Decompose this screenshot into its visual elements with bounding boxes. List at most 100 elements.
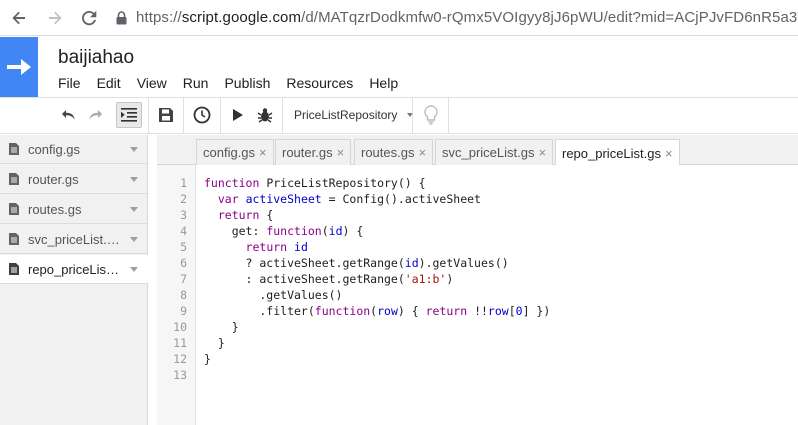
menu-help[interactable]: Help <box>361 75 406 91</box>
file-item-repo-pricelist[interactable]: repo_priceList.gs <box>0 255 149 284</box>
tab-label: config.gs <box>203 145 256 160</box>
menu-publish[interactable]: Publish <box>216 75 278 91</box>
code-token: : activeSheet.getRange( <box>204 272 405 286</box>
undo-icon[interactable] <box>56 102 82 128</box>
menu-bar: File Edit View Run Publish Resources Hel… <box>50 75 406 91</box>
code-token: get: <box>204 224 267 238</box>
chevron-down-icon[interactable] <box>130 176 138 182</box>
code-line: } <box>204 319 550 335</box>
file-item-config[interactable]: config.gs <box>0 135 148 164</box>
code-token: PriceListRepository() { <box>266 176 426 190</box>
code-line: return { <box>204 207 550 223</box>
close-icon[interactable]: × <box>259 145 267 160</box>
code-text[interactable]: function PriceListRepository() { var act… <box>204 175 550 383</box>
close-icon[interactable]: × <box>337 145 345 160</box>
file-name: routes.gs <box>28 201 82 217</box>
tab-label: routes.gs <box>361 145 415 160</box>
code-editor[interactable]: 1 2 3 4 5 6 7 8 9 10 11 12 13 function PriceListRepo… <box>157 165 798 425</box>
line-number: 3 <box>180 208 187 222</box>
close-icon[interactable]: × <box>538 145 546 160</box>
back-arrow-icon[interactable] <box>10 9 28 27</box>
file-name: router.gs <box>28 171 79 187</box>
file-item-router[interactable]: router.gs <box>0 165 148 194</box>
file-icon <box>9 203 19 215</box>
code-token: id <box>328 224 343 238</box>
project-title[interactable]: baijiahao <box>58 47 134 69</box>
chevron-down-icon[interactable] <box>130 236 138 242</box>
code-line: ? activeSheet.getRange(id).getValues() <box>204 255 550 271</box>
chevron-down-icon[interactable] <box>130 266 138 272</box>
file-sidebar: config.gs router.gs routes.gs svc_priceL… <box>0 135 149 425</box>
chevron-down-icon[interactable] <box>130 146 138 152</box>
tab-label: router.gs <box>282 145 333 160</box>
run-play-icon[interactable] <box>225 102 251 128</box>
triggers-clock-icon[interactable] <box>189 102 215 128</box>
code-token: ] }) <box>522 304 551 318</box>
toolbar-divider <box>412 98 413 133</box>
code-token: ? activeSheet.getRange( <box>204 256 405 270</box>
url-path: /d/MATqzrDodkmfw0-rQmx5VOIgyy8jJ6pWU/edi… <box>301 9 798 26</box>
code-token: ( <box>321 224 329 238</box>
lightbulb-icon[interactable] <box>418 102 444 128</box>
reload-icon[interactable] <box>80 9 98 27</box>
editor-tab-strip: config.gs × router.gs × routes.gs × svc_… <box>157 135 798 166</box>
code-line: get: function(id) { <box>204 223 550 239</box>
function-select[interactable]: PriceListRepository <box>286 102 421 128</box>
code-token: } <box>204 320 239 334</box>
chevron-down-icon[interactable] <box>130 206 138 212</box>
tab-repo-pricelist[interactable]: repo_priceList.gs × <box>555 139 680 166</box>
forward-arrow-icon[interactable] <box>46 9 64 27</box>
code-token: function <box>314 304 371 318</box>
browser-bar: https://script.google.com/d/MATqzrDodkmf… <box>0 0 798 36</box>
toolbar-divider <box>448 98 449 133</box>
menu-view[interactable]: View <box>129 75 175 91</box>
code-token: } <box>204 336 225 350</box>
file-icon <box>9 173 19 185</box>
close-icon[interactable]: × <box>418 145 426 160</box>
menu-file[interactable]: File <box>50 75 89 91</box>
line-number-gutter: 1 2 3 4 5 6 7 8 9 10 11 12 13 <box>157 165 196 425</box>
apps-script-logo[interactable] <box>0 37 38 97</box>
file-item-svc-pricelist[interactable]: svc_priceList.gs <box>0 225 148 254</box>
line-number: 8 <box>180 288 187 302</box>
code-line: } <box>204 335 550 351</box>
line-number: 10 <box>173 320 187 334</box>
tab-config[interactable]: config.gs × <box>196 139 274 165</box>
menu-resources[interactable]: Resources <box>278 75 361 91</box>
code-token: id <box>404 256 419 270</box>
indent-icon[interactable] <box>116 102 142 128</box>
debug-bug-icon[interactable] <box>252 102 278 128</box>
menu-run[interactable]: Run <box>175 75 217 91</box>
code-token: return <box>245 240 295 254</box>
tab-svc-pricelist[interactable]: svc_priceList.gs × <box>435 139 554 165</box>
tab-router[interactable]: router.gs × <box>275 139 352 165</box>
line-numbers: 1 2 3 4 5 6 7 8 9 10 11 12 13 <box>157 175 187 383</box>
tab-routes[interactable]: routes.gs × <box>354 139 434 165</box>
code-token: { <box>259 208 274 222</box>
redo-icon[interactable] <box>82 102 108 128</box>
file-name: repo_priceList.gs <box>28 261 120 277</box>
code-line: } <box>204 351 550 367</box>
code-token: .getValues() <box>204 288 343 302</box>
function-select-value: PriceListRepository <box>294 108 398 122</box>
file-item-routes[interactable]: routes.gs <box>0 195 148 224</box>
line-number: 4 <box>180 224 187 238</box>
code-token: 0 <box>515 304 523 318</box>
address-bar-url[interactable]: https://script.google.com/d/MATqzrDodkmf… <box>136 9 798 26</box>
code-token: } <box>204 352 211 366</box>
save-icon[interactable] <box>153 102 179 128</box>
line-number: 2 <box>180 192 187 206</box>
url-host: script.google.com <box>181 9 302 26</box>
tab-label: svc_priceList.gs <box>442 145 535 160</box>
code-token: row <box>487 304 509 318</box>
line-number: 1 <box>180 176 187 190</box>
menu-edit[interactable]: Edit <box>89 75 129 91</box>
line-number: 5 <box>180 240 187 254</box>
close-icon[interactable]: × <box>665 146 673 161</box>
file-icon <box>9 143 19 155</box>
sidebar-spacer <box>149 135 157 425</box>
toolbar-divider <box>183 98 184 133</box>
